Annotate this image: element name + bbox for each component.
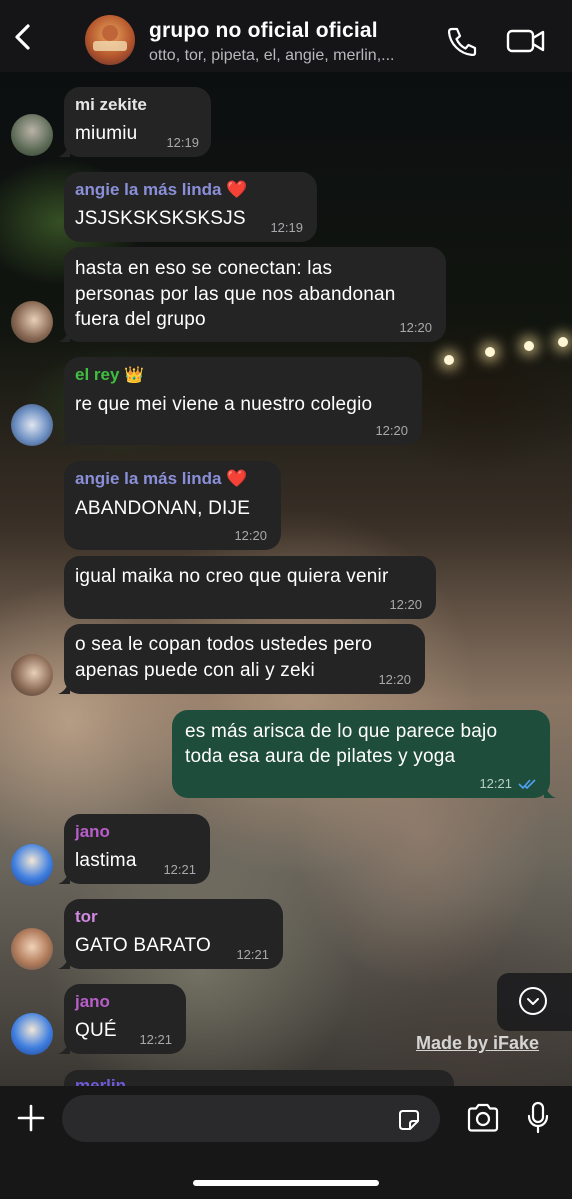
message-time: 12:19: [270, 220, 303, 235]
chat-header: grupo no oficial oficial otto, tor, pipe…: [0, 0, 572, 72]
back-icon[interactable]: [10, 22, 36, 52]
message-text: QUÉ: [75, 1020, 117, 1041]
avatar-tor[interactable]: [11, 928, 53, 970]
message-time: 12:21: [139, 1032, 172, 1047]
message-text: JSJSKSKSKSKSJS: [75, 208, 246, 229]
bubble-tail: [58, 431, 70, 445]
message-bubble[interactable]: igual maika no creo que quiera venir 12:…: [64, 556, 436, 619]
message-time: 12:20: [234, 528, 267, 543]
message-input[interactable]: [62, 1095, 440, 1142]
message-sender: jano: [75, 992, 110, 1011]
message-text: toda esa aura de pilates y yoga: [185, 746, 456, 767]
video-icon[interactable]: [506, 28, 546, 54]
plus-icon[interactable]: [17, 1104, 45, 1132]
group-avatar[interactable]: [85, 15, 135, 65]
message-sender: angie la más linda ❤️: [75, 180, 247, 200]
avatar-angie[interactable]: [11, 301, 53, 343]
camera-icon[interactable]: [466, 1103, 500, 1133]
watermark: Made by iFake: [416, 1033, 540, 1053]
message-bubble[interactable]: jano QUÉ 12:21: [58, 984, 186, 1054]
message-text: ABANDONAN, DIJE: [75, 498, 251, 519]
message-text: igual maika no creo que quiera venir: [75, 566, 389, 587]
message-text: fuera del grupo: [75, 309, 206, 330]
bubble-tail: [58, 328, 70, 342]
message-bubble[interactable]: el rey 👑 re que mei viene a nuestro cole…: [58, 357, 422, 445]
sender-name: angie la más linda: [75, 180, 222, 199]
avatar-jano[interactable]: [11, 1013, 53, 1055]
message-bubble[interactable]: mi zekite miumiu 12:19: [58, 87, 211, 157]
message-text: hasta en eso se conectan: las: [75, 258, 333, 279]
avatar-jano[interactable]: [11, 844, 53, 886]
home-indicator: [193, 1180, 379, 1186]
sender-name: el rey: [75, 365, 120, 384]
message-time: 12:20: [375, 423, 408, 438]
bubble-tail: [58, 955, 70, 969]
message-time: 12:19: [166, 135, 199, 150]
string-lights: [440, 327, 572, 367]
crown-emoji: 👑: [124, 367, 145, 384]
message-bubble[interactable]: jano lastima 12:21: [58, 814, 210, 884]
message-time: 12:21: [236, 947, 269, 962]
group-title[interactable]: grupo no oficial oficial: [149, 19, 378, 43]
bubble-tail: [58, 143, 70, 157]
message-text: es más arisca de lo que parece bajo: [185, 721, 498, 742]
heart-emoji: ❤️: [226, 180, 248, 199]
scroll-to-bottom-button[interactable]: [497, 973, 572, 1031]
message-time: 12:20: [389, 597, 422, 612]
message-sender: angie la más linda ❤️: [75, 469, 247, 489]
message-text: lastima: [75, 850, 137, 871]
message-sender: mi zekite: [75, 95, 147, 114]
heart-emoji: ❤️: [226, 469, 248, 488]
message-text: re que mei viene a nuestro colegio: [75, 394, 373, 415]
avatar-angie[interactable]: [11, 654, 53, 696]
message-bubble[interactable]: angie la más linda ❤️ ABANDONAN, DIJE 12…: [64, 461, 281, 550]
message-text: personas por las que nos abandonan: [75, 283, 396, 305]
bubble-tail: [58, 1040, 70, 1054]
message-text: GATO BARATO: [75, 935, 211, 956]
message-sender: tor: [75, 907, 98, 926]
bubble-tail: [58, 870, 70, 884]
avatar-mi-zekite[interactable]: [11, 114, 53, 156]
message-time: 12:21: [163, 862, 196, 877]
message-text: o sea le copan todos ustedes pero: [75, 634, 373, 655]
message-sender: jano: [75, 822, 110, 841]
message-time: 12:21: [479, 776, 512, 791]
mic-icon[interactable]: [526, 1101, 550, 1135]
message-text: apenas puede con ali y zeki: [75, 660, 315, 681]
read-ticks-icon: [518, 779, 536, 790]
sticker-icon[interactable]: [396, 1107, 422, 1133]
message-text: miumiu: [75, 123, 138, 144]
message-bubble[interactable]: tor GATO BARATO 12:21: [58, 899, 283, 969]
chevron-down-icon: [519, 987, 547, 1015]
call-icon[interactable]: [446, 26, 478, 56]
bubble-tail: [544, 784, 556, 798]
outgoing-message-bubble[interactable]: es más arisca de lo que parece bajo toda…: [172, 710, 556, 798]
group-members[interactable]: otto, tor, pipeta, el, angie, merlin,...: [149, 47, 394, 65]
message-bubble[interactable]: hasta en eso se conectan: las personas p…: [58, 247, 446, 342]
bubble-tail: [58, 680, 70, 694]
message-bubble[interactable]: o sea le copan todos ustedes pero apenas…: [58, 624, 425, 694]
avatar-el-rey[interactable]: [11, 404, 53, 446]
message-time: 12:20: [399, 320, 432, 335]
message-time: 12:20: [378, 672, 411, 687]
message-sender: el rey 👑: [75, 365, 144, 385]
message-bubble[interactable]: angie la más linda ❤️ JSJSKSKSKSKSJS 12:…: [64, 172, 317, 242]
sender-name: angie la más linda: [75, 469, 222, 488]
